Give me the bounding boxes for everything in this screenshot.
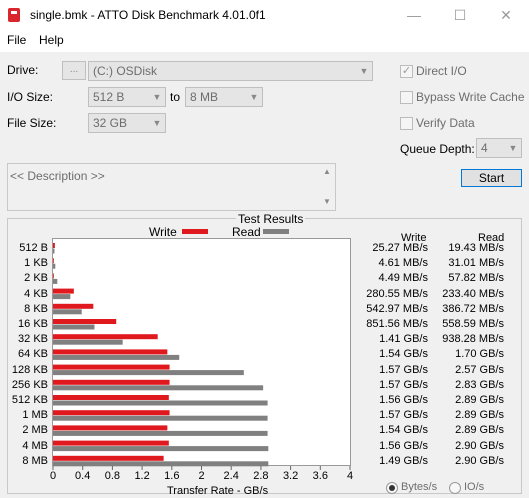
write-bar xyxy=(53,364,170,370)
read-bar xyxy=(53,400,268,406)
row-label: 128 KB xyxy=(11,363,48,376)
read-bar xyxy=(53,263,56,269)
x-tick-label: 1.6 xyxy=(164,470,180,482)
row-label: 256 KB xyxy=(11,378,48,391)
row-label: 2 KB xyxy=(24,272,48,285)
write-bar xyxy=(53,349,168,355)
x-tick-label: 3.6 xyxy=(312,470,328,482)
x-axis-label: Transfer Rate - GB/s xyxy=(167,485,269,497)
write-bar xyxy=(53,379,170,385)
write-bar xyxy=(53,440,169,446)
read-bar xyxy=(53,278,58,284)
x-tick-label: 2.8 xyxy=(253,470,269,482)
radio-bytes-label: Bytes/s xyxy=(401,481,438,493)
write-value: 851.56 MB/s xyxy=(366,318,428,330)
row-label: 4 MB xyxy=(22,439,48,452)
row-label: 4 KB xyxy=(24,287,48,300)
radio-io[interactable] xyxy=(449,482,461,494)
write-bar xyxy=(53,319,117,324)
read-value: 57.82 MB/s xyxy=(448,272,504,285)
radio-bytes[interactable] xyxy=(386,482,398,494)
read-bar xyxy=(53,309,82,315)
read-bar xyxy=(53,354,180,360)
write-value: 542.97 MB/s xyxy=(366,302,428,315)
x-tick-label: 0 xyxy=(49,470,57,482)
row-label: 512 KB xyxy=(11,394,48,406)
x-tick-label: 3.2 xyxy=(282,470,299,482)
radio-io-label: IO/s xyxy=(464,481,485,493)
read-value: 19.43 MB/s xyxy=(448,242,504,254)
read-value: 2.89 GB/s xyxy=(455,424,504,437)
write-bar xyxy=(53,243,55,248)
write-value: 4.61 MB/s xyxy=(378,257,428,270)
read-bar xyxy=(53,415,268,421)
write-bar xyxy=(53,273,54,279)
row-label: 512 B xyxy=(19,242,48,254)
read-value: 386.72 MB/s xyxy=(442,302,504,315)
write-bar xyxy=(53,334,158,340)
x-tick-label: 1.2 xyxy=(134,470,150,482)
write-bar xyxy=(53,425,168,431)
write-value: 4.49 MB/s xyxy=(378,272,428,285)
row-label: 16 KB xyxy=(18,318,48,330)
write-value: 1.54 GB/s xyxy=(379,424,428,437)
read-bar xyxy=(53,461,269,467)
x-tick-label: 2 xyxy=(198,470,205,482)
write-value: 1.56 GB/s xyxy=(379,439,428,452)
write-value: 1.57 GB/s xyxy=(379,363,428,376)
write-bar xyxy=(53,395,169,400)
read-value: 938.28 MB/s xyxy=(442,333,504,346)
read-value: 1.70 GB/s xyxy=(455,348,504,361)
read-value: 2.90 GB/s xyxy=(455,454,504,467)
row-label: 64 KB xyxy=(18,348,48,361)
read-bar xyxy=(53,430,268,436)
row-label: 1 MB xyxy=(22,409,48,422)
write-bar xyxy=(53,455,164,461)
read-bar xyxy=(53,385,264,391)
write-value: 25.27 MB/s xyxy=(372,242,428,254)
write-bar xyxy=(53,410,170,416)
row-label: 32 KB xyxy=(18,333,48,346)
write-value: 1.57 GB/s xyxy=(379,378,428,391)
x-tick-label: 2.4 xyxy=(223,470,239,482)
write-value: 1.54 GB/s xyxy=(379,348,428,361)
radio-bytes-dot xyxy=(389,485,395,491)
read-value: 31.01 MB/s xyxy=(448,257,504,270)
read-value: 2.83 GB/s xyxy=(455,378,504,391)
read-value: 233.40 MB/s xyxy=(442,287,504,300)
read-value: 2.89 GB/s xyxy=(455,409,504,422)
x-tick-label: 0.4 xyxy=(75,470,91,482)
row-label: 8 KB xyxy=(24,302,48,315)
write-value: 1.49 GB/s xyxy=(379,454,428,467)
write-value: 1.56 GB/s xyxy=(379,394,428,406)
read-value: 558.59 MB/s xyxy=(442,318,504,330)
read-value: 2.57 GB/s xyxy=(455,363,504,376)
row-label: 8 MB xyxy=(22,454,48,467)
write-value: 280.55 MB/s xyxy=(366,287,428,300)
write-bar xyxy=(53,258,54,264)
row-label: 1 KB xyxy=(24,257,48,270)
write-value: 1.41 GB/s xyxy=(379,333,428,346)
read-bar xyxy=(53,294,71,300)
x-tick-label: 0.8 xyxy=(104,470,121,482)
read-bar xyxy=(53,446,269,452)
x-tick-label: 4 xyxy=(346,470,354,482)
read-bar xyxy=(53,324,95,330)
row-label: 2 MB xyxy=(22,424,48,437)
read-value: 2.89 GB/s xyxy=(455,394,504,406)
read-bar xyxy=(53,248,55,254)
read-bar xyxy=(53,370,244,376)
read-value: 2.90 GB/s xyxy=(455,439,504,452)
write-value: 1.57 GB/s xyxy=(379,409,428,422)
read-bar xyxy=(53,339,123,345)
write-bar xyxy=(53,288,74,294)
write-bar xyxy=(53,303,94,309)
